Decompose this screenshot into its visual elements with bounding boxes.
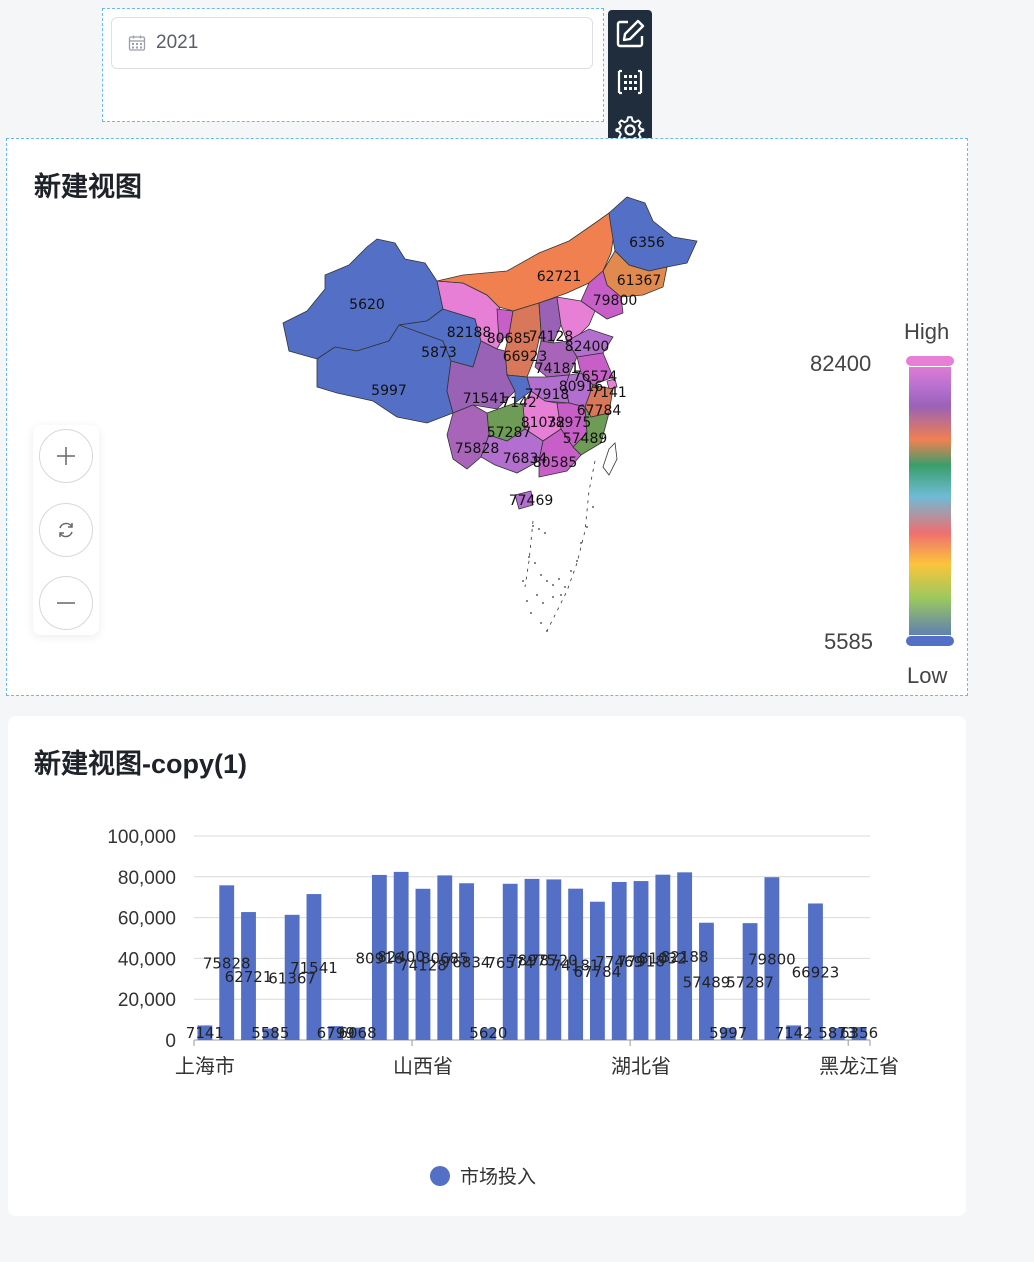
bar-value-label: 5997 [709, 1024, 747, 1042]
widget-toolbar [608, 10, 652, 154]
y-tick-label: 80,000 [118, 868, 176, 889]
bar-value-label: 5620 [469, 1024, 507, 1042]
zoom-out-button[interactable] [39, 576, 93, 630]
map-value-label: 75828 [455, 441, 500, 457]
y-tick-label: 20,000 [118, 990, 176, 1011]
x-tick-label: 上海市 [175, 1054, 235, 1078]
minus-icon [57, 602, 75, 604]
y-tick-label: 60,000 [118, 909, 176, 930]
south-china-sea-islands [522, 506, 594, 632]
china-choropleth-map[interactable]: 635662721 6136779800562082188587380685741… [277, 191, 727, 651]
map-value-label: 80585 [533, 455, 578, 471]
dashed-border-lines [524, 460, 596, 632]
map-value-label: 5997 [371, 383, 407, 399]
bar-value-label: 6068 [338, 1024, 376, 1042]
map-value-label: 82188 [447, 325, 492, 341]
y-tick-label: 40,000 [118, 949, 176, 970]
bar-chart-card: 新建视图-copy(1) 7141 75828 62721 5585 61367 7154… [8, 716, 966, 1216]
visualmap-low-label: Low [907, 663, 948, 688]
chart-legend[interactable]: 市场投入 [430, 1162, 536, 1189]
date-filter-widget: 2021 [102, 8, 604, 122]
visualmap-top-handle[interactable] [905, 355, 955, 367]
x-tick-label: 黑龙江省 [819, 1054, 899, 1078]
edit-icon [616, 19, 645, 48]
plus-icon [57, 447, 75, 465]
y-tick-label: 100,000 [107, 827, 176, 848]
x-tick-label: 湖北省 [611, 1054, 671, 1078]
bar-value-label: 7142 [775, 1024, 813, 1042]
zoom-in-button[interactable] [39, 429, 93, 483]
map-value-label: 5620 [349, 297, 385, 313]
bar-value-label: 5585 [251, 1024, 289, 1042]
bar-value-label: 62721 [225, 968, 273, 986]
reset-view-button[interactable] [39, 503, 93, 557]
calendar-icon [128, 35, 146, 51]
bar-value-label: 71541 [290, 959, 338, 977]
map-value-label: 7141 [591, 385, 627, 401]
map-value-label: 78975 [547, 415, 592, 431]
map-value-label: 5873 [421, 345, 457, 361]
map-card-title: 新建视图 [34, 172, 142, 202]
data-grid-icon [617, 69, 643, 95]
y-tick-label: 0 [165, 1031, 176, 1052]
bar-card-title: 新建视图-copy(1) [34, 749, 248, 779]
visualmap-max-value: 82400 [810, 351, 872, 376]
map-value-label: 82400 [565, 339, 610, 355]
visualmap-bottom-handle[interactable] [905, 635, 955, 647]
bar-value-label: 79800 [748, 951, 796, 969]
map-region-yunnan [446, 404, 490, 470]
map-value-label: 61367 [617, 273, 662, 289]
legend-series-label: 市场投入 [460, 1167, 537, 1188]
date-picker-input[interactable]: 2021 [111, 17, 593, 69]
visualmap-gradient-bar[interactable] [909, 361, 951, 643]
visualmap-min-value: 5585 [824, 629, 873, 654]
map-value-label: 77918 [525, 387, 570, 403]
legend-series-dot [430, 1165, 450, 1186]
bar-value-label: 66923 [792, 964, 840, 982]
map-value-label: 77469 [509, 493, 554, 509]
map-value-label: 62721 [537, 269, 582, 285]
bar-value-label: 82188 [661, 948, 709, 966]
bar-chart: 7141758286272155856136771541679960688091… [107, 827, 899, 1078]
bar-value-label: 7141 [186, 1024, 224, 1042]
map-zoom-controls [33, 425, 99, 635]
map-value-label: 80685 [487, 331, 532, 347]
visualmap-high-label: High [904, 319, 950, 344]
map-chart-card: 新建视图 6356 62721 61367 79800 5620 82188 5… [6, 138, 968, 696]
x-tick-label: 山西省 [393, 1054, 453, 1078]
bar-value-label: 76834 [443, 954, 491, 972]
date-value: 2021 [156, 32, 199, 53]
map-value-label: 79800 [593, 293, 638, 309]
map-value-label: 57489 [563, 431, 608, 447]
bar-value-label: 6356 [840, 1024, 878, 1042]
bar-value-label: 57287 [726, 974, 774, 992]
map-value-label: 6356 [629, 235, 665, 251]
refresh-icon [59, 522, 73, 538]
bar-value-label: 57489 [683, 973, 731, 991]
edit-button[interactable] [608, 12, 652, 56]
data-button[interactable] [608, 60, 652, 104]
map-region-taiwan [602, 442, 618, 476]
